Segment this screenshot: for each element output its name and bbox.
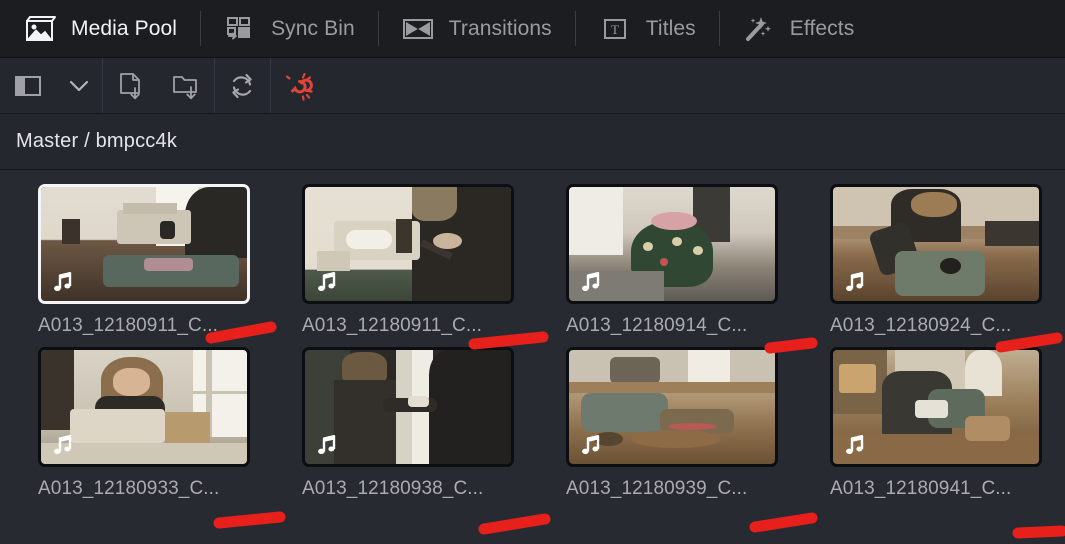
toolbar-group-import: [102, 58, 214, 113]
toggle-sidebar-button[interactable]: [0, 58, 56, 113]
broken-link-icon: [281, 70, 315, 102]
media-pool-icon: [22, 14, 58, 44]
clip-name: A013_12180938_C...: [302, 478, 484, 499]
svg-text:T: T: [611, 22, 619, 37]
music-note-icon: [314, 431, 340, 457]
music-note-icon: [842, 431, 868, 457]
clip-item[interactable]: A013_12180938_C...: [302, 347, 514, 500]
breadcrumb[interactable]: Master / bmpcc4k: [16, 130, 177, 153]
clip-item[interactable]: A013_12180911_C...: [302, 184, 514, 337]
tab-label: Transitions: [448, 16, 552, 40]
music-note-icon: [842, 268, 868, 294]
titles-icon: T: [597, 14, 633, 44]
tab-label: Titles: [645, 16, 696, 40]
clip-name: A013_12180933_C...: [38, 478, 220, 499]
tab-label: Sync Bin: [271, 16, 355, 40]
music-note-icon: [578, 431, 604, 457]
import-media-button[interactable]: [102, 58, 158, 113]
sidebar-panel-icon: [13, 73, 43, 99]
media-pool-window: Media Pool Sync Bin Transitions T Titles…: [0, 0, 1065, 544]
clip-item[interactable]: A013_12180911_C...: [38, 184, 250, 337]
clip-thumbnail[interactable]: [830, 347, 1042, 467]
music-note-icon: [314, 268, 340, 294]
tab-label: Media Pool: [71, 16, 178, 40]
breadcrumb-bar: Master / bmpcc4k: [0, 114, 1065, 170]
tab-effects[interactable]: Effects: [718, 0, 878, 57]
toolbar-group-view: [0, 58, 102, 113]
media-pool-clip-area: A013_12180911_C... A013_12180911_C... A0…: [0, 170, 1065, 544]
sync-bin-icon: [222, 14, 258, 44]
clip-thumbnail[interactable]: [38, 184, 250, 304]
toolbar-group-link: [270, 58, 326, 113]
tab-sync-bin[interactable]: Sync Bin: [200, 0, 378, 57]
sync-clips-button[interactable]: [214, 58, 270, 113]
clip-name: A013_12180924_C...: [830, 315, 1012, 336]
music-note-icon: [50, 268, 76, 294]
tab-media-pool[interactable]: Media Pool: [0, 0, 200, 57]
import-folder-button[interactable]: [158, 58, 214, 113]
clip-item[interactable]: A013_12180924_C...: [830, 184, 1042, 337]
chevron-down-icon: [68, 78, 90, 94]
clip-item[interactable]: A013_12180939_C...: [566, 347, 778, 500]
clip-thumbnail[interactable]: [38, 347, 250, 467]
music-note-icon: [578, 268, 604, 294]
clip-name: A013_12180914_C...: [566, 315, 748, 336]
panel-tab-bar: Media Pool Sync Bin Transitions T Titles…: [0, 0, 1065, 58]
clip-item[interactable]: A013_12180941_C...: [830, 347, 1042, 500]
view-options-dropdown[interactable]: [56, 58, 102, 113]
transitions-icon: [400, 14, 436, 44]
import-folder-icon: [171, 71, 201, 101]
clip-thumbnail[interactable]: [302, 184, 514, 304]
effects-icon: [741, 14, 777, 44]
clip-name: A013_12180911_C...: [38, 315, 218, 336]
clip-name: A013_12180939_C...: [566, 478, 748, 499]
unlink-clips-button[interactable]: [270, 58, 326, 113]
refresh-circular-arrows-icon: [226, 71, 258, 101]
clip-grid: A013_12180911_C... A013_12180911_C... A0…: [0, 184, 1065, 510]
clip-name: A013_12180911_C...: [302, 315, 482, 336]
toolbar-group-sync: [214, 58, 270, 113]
media-pool-toolbar: [0, 58, 1065, 114]
import-file-icon: [116, 71, 144, 101]
clip-item[interactable]: A013_12180914_C...: [566, 184, 778, 337]
clip-thumbnail[interactable]: [566, 347, 778, 467]
clip-thumbnail[interactable]: [566, 184, 778, 304]
tab-transitions[interactable]: Transitions: [377, 0, 575, 57]
tab-label: Effects: [789, 16, 855, 40]
tab-titles[interactable]: T Titles: [574, 0, 719, 57]
clip-thumbnail[interactable]: [302, 347, 514, 467]
music-note-icon: [50, 431, 76, 457]
clip-thumbnail[interactable]: [830, 184, 1042, 304]
clip-name: A013_12180941_C...: [830, 478, 1012, 499]
clip-item[interactable]: A013_12180933_C...: [38, 347, 250, 500]
